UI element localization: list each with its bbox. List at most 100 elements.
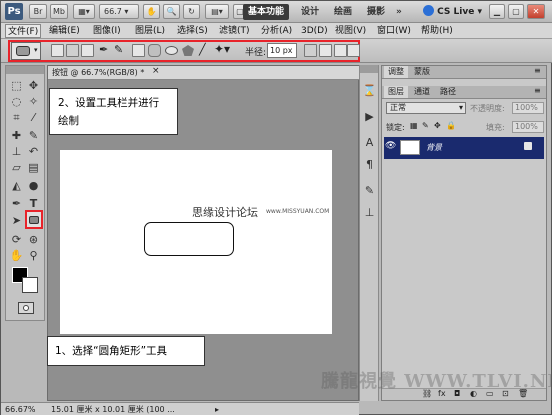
brush-panel-icon[interactable]: ✎ bbox=[362, 183, 377, 198]
callout-step2: 2、设置工具栏并进行 绘制 bbox=[49, 88, 178, 135]
zoom-tool-button[interactable]: 🔍 bbox=[163, 4, 180, 19]
paragraph-panel-icon[interactable]: ¶ bbox=[362, 157, 377, 172]
paths-icon[interactable] bbox=[66, 44, 79, 57]
clone-stamp-icon[interactable]: ⊥ bbox=[9, 144, 24, 159]
minimize-button[interactable]: ▁ bbox=[489, 4, 505, 19]
workspace-photography[interactable]: 摄影 bbox=[367, 4, 385, 20]
exclude-shapes-icon[interactable] bbox=[347, 44, 360, 57]
freeform-pen-icon[interactable]: ✎ bbox=[114, 43, 123, 56]
quick-mask-button[interactable] bbox=[18, 302, 34, 314]
lock-position-icon[interactable]: ✥ bbox=[434, 121, 441, 130]
toolbox-header bbox=[6, 66, 44, 74]
history-panel-icon[interactable]: ⌛ bbox=[362, 83, 377, 98]
menu-file[interactable]: 文件(F) bbox=[5, 24, 42, 38]
layers-menu-icon[interactable]: ≡ bbox=[534, 86, 541, 95]
pen-tool-sidebar-icon[interactable]: ✒ bbox=[9, 196, 24, 211]
rounded-rectangle-shape[interactable] bbox=[144, 222, 234, 256]
lock-transparent-icon[interactable]: ▦ bbox=[410, 121, 418, 130]
lasso-tool-icon[interactable]: ◌ bbox=[9, 94, 24, 109]
subtract-shapes-icon[interactable] bbox=[319, 44, 332, 57]
menu-analysis[interactable]: 分析(A) bbox=[259, 24, 294, 38]
workspace-painting[interactable]: 绘画 bbox=[334, 4, 352, 20]
path-selection-icon[interactable]: ➤ bbox=[9, 213, 24, 228]
tab-adjustments[interactable]: 调整 bbox=[384, 66, 408, 78]
shape-layers-icon[interactable] bbox=[51, 44, 64, 57]
3d-orbit-icon[interactable]: ⊛ bbox=[26, 232, 41, 247]
document-canvas[interactable]: 思缘设计论坛 www.MISSYUAN.COM bbox=[60, 150, 332, 334]
fill-pixels-icon[interactable] bbox=[81, 44, 94, 57]
marquee-tool-icon[interactable]: ⬚ bbox=[9, 78, 24, 93]
opacity-input[interactable]: 100% bbox=[512, 102, 544, 114]
menu-3d[interactable]: 3D(D) bbox=[299, 24, 330, 38]
bridge-button[interactable]: Br bbox=[29, 4, 47, 19]
3d-rotate-icon[interactable]: ⟳ bbox=[9, 232, 24, 247]
cs-live-button[interactable]: CS Live ▾ bbox=[423, 4, 482, 20]
application-bar: Ps Br Mb ▦▾ 66.7 ▾ ✋ 🔍 ↻ ▤▾ ▢▾ 基本功能 设计 绘… bbox=[1, 1, 552, 23]
rotate-view-button[interactable]: ↻ bbox=[183, 4, 200, 19]
eraser-tool-icon[interactable]: ▱ bbox=[9, 160, 24, 175]
close-tab-icon[interactable]: × bbox=[152, 66, 160, 76]
status-arrow-icon[interactable]: ▸ bbox=[215, 403, 219, 415]
layer-visibility-eye-icon[interactable]: 👁 bbox=[385, 141, 397, 153]
menu-view[interactable]: 视图(V) bbox=[333, 24, 368, 38]
maximize-button[interactable]: ▢ bbox=[508, 4, 524, 19]
panel-menu-icon[interactable]: ≡ bbox=[534, 66, 541, 75]
workspace-design[interactable]: 设计 bbox=[301, 4, 319, 20]
pen-tool-icon[interactable]: ✒ bbox=[99, 43, 108, 56]
quick-select-icon[interactable]: ✧ bbox=[26, 94, 41, 109]
dodge-tool-icon[interactable]: ● bbox=[26, 178, 41, 193]
background-color-swatch[interactable] bbox=[22, 277, 38, 293]
close-button[interactable]: ✕ bbox=[527, 4, 545, 19]
menu-edit[interactable]: 编辑(E) bbox=[47, 24, 82, 38]
opacity-label: 不透明度: bbox=[470, 104, 505, 113]
zoom-tool-sidebar-icon[interactable]: ⚲ bbox=[26, 248, 41, 263]
menu-window[interactable]: 窗口(W) bbox=[375, 24, 413, 38]
menu-filter[interactable]: 滤镜(T) bbox=[217, 24, 252, 38]
blend-mode-select[interactable]: 正常 ▾ bbox=[386, 102, 466, 114]
crop-tool-icon[interactable]: ⌗ bbox=[9, 110, 24, 125]
status-zoom[interactable]: 66.67% bbox=[5, 403, 36, 415]
menu-select[interactable]: 选择(S) bbox=[175, 24, 210, 38]
custom-shape-icon[interactable]: ✦▾ bbox=[214, 42, 230, 56]
history-brush-icon[interactable]: ↶ bbox=[26, 144, 41, 159]
character-panel-icon[interactable]: A bbox=[362, 135, 377, 150]
menu-layer[interactable]: 图层(L) bbox=[133, 24, 167, 38]
radius-input[interactable]: 10 px bbox=[267, 43, 297, 58]
mini-bridge-button[interactable]: Mb bbox=[50, 4, 68, 19]
intersect-shapes-icon[interactable] bbox=[334, 44, 347, 57]
arrange-documents-button[interactable]: ▤▾ bbox=[205, 4, 229, 19]
layer-row-background[interactable]: 👁 背景 bbox=[384, 137, 544, 159]
eyedropper-icon[interactable]: ⁄ bbox=[26, 110, 41, 125]
fill-input[interactable]: 100% bbox=[512, 121, 544, 133]
lock-image-icon[interactable]: ✎ bbox=[422, 121, 429, 130]
menu-help[interactable]: 帮助(H) bbox=[419, 24, 455, 38]
tab-paths[interactable]: 路径 bbox=[436, 86, 460, 98]
rounded-rectangle-shape-icon[interactable] bbox=[148, 44, 161, 57]
fill-label: 填充: bbox=[486, 123, 505, 132]
brush-tool-icon[interactable]: ✎ bbox=[26, 128, 41, 143]
workspace-essentials[interactable]: 基本功能 bbox=[243, 4, 290, 20]
ellipse-shape-icon[interactable] bbox=[165, 46, 178, 55]
tab-layers[interactable]: 图层 bbox=[384, 86, 408, 98]
zoom-level-field[interactable]: 66.7 ▾ bbox=[99, 4, 139, 19]
rectangle-shape-icon[interactable] bbox=[132, 44, 145, 57]
rounded-rectangle-tool-button[interactable] bbox=[25, 210, 43, 229]
line-shape-icon[interactable]: ╱ bbox=[199, 43, 206, 56]
actions-panel-icon[interactable]: ▶ bbox=[362, 109, 377, 124]
combine-shapes-icon[interactable] bbox=[304, 44, 317, 57]
lock-all-icon[interactable]: 🔒 bbox=[446, 121, 456, 130]
tab-masks[interactable]: 蒙版 bbox=[410, 66, 434, 78]
blur-tool-icon[interactable]: ◭ bbox=[9, 178, 24, 193]
document-tab[interactable]: 按钮 @ 66.7%(RGB/8) * × bbox=[48, 66, 360, 80]
type-tool-icon[interactable]: T bbox=[26, 196, 41, 211]
view-extras-button[interactable]: ▦▾ bbox=[73, 4, 95, 19]
menu-image[interactable]: 图像(I) bbox=[91, 24, 123, 38]
healing-brush-icon[interactable]: ✚ bbox=[9, 128, 24, 143]
hand-tool-button[interactable]: ✋ bbox=[143, 4, 160, 19]
tab-channels[interactable]: 通道 bbox=[410, 86, 434, 98]
hand-tool-sidebar-icon[interactable]: ✋ bbox=[9, 248, 24, 263]
move-tool-icon[interactable]: ✥ bbox=[26, 78, 41, 93]
gradient-tool-icon[interactable]: ▤ bbox=[26, 160, 41, 175]
workspace-more-button[interactable]: » bbox=[396, 4, 402, 20]
clone-source-panel-icon[interactable]: ⊥ bbox=[362, 205, 377, 220]
